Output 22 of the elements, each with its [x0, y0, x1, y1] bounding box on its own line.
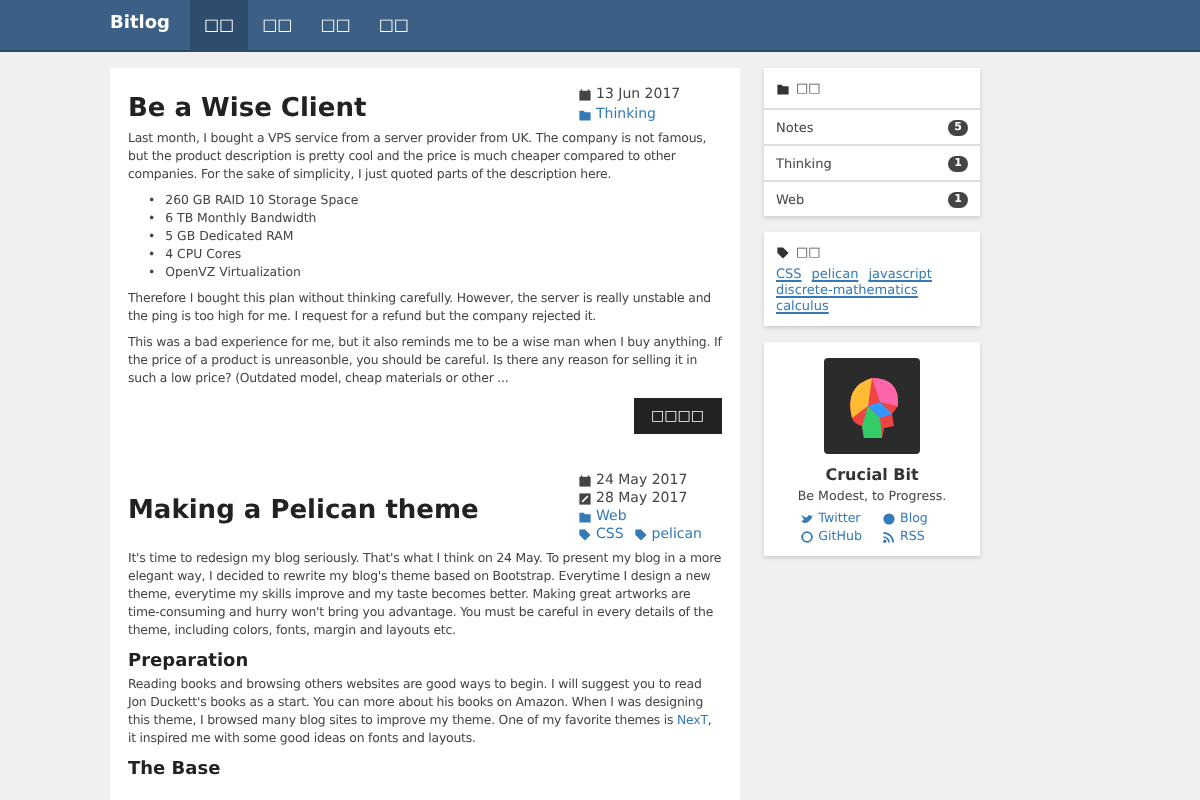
nav-item[interactable]: □□ — [306, 0, 365, 50]
nav-item[interactable]: □□ — [248, 0, 307, 50]
nav-item[interactable]: □□ — [364, 0, 423, 50]
folder-icon — [776, 81, 790, 95]
head-logo-drawing — [824, 358, 920, 454]
edit-icon — [578, 491, 592, 506]
tag-icon — [578, 528, 592, 543]
nav-item[interactable]: □□ — [189, 0, 249, 50]
section-heading: Preparation — [128, 652, 251, 673]
folder-icon — [578, 510, 592, 525]
post-title[interactable]: Making a Pelican theme — [128, 496, 479, 527]
brand-link[interactable]: Bitlog — [106, 0, 190, 50]
rss-icon — [882, 530, 896, 544]
section-heading: The Base — [128, 760, 223, 781]
folder-icon — [578, 107, 592, 122]
calendar-icon — [578, 473, 592, 488]
bird-icon — [800, 512, 815, 526]
tag-icon — [633, 528, 648, 543]
tags-icon — [776, 245, 790, 259]
post-title[interactable]: Be a Wise Client — [128, 94, 367, 124]
calendar-icon — [578, 88, 592, 103]
profile-name: Crucial Bit — [825, 466, 919, 484]
